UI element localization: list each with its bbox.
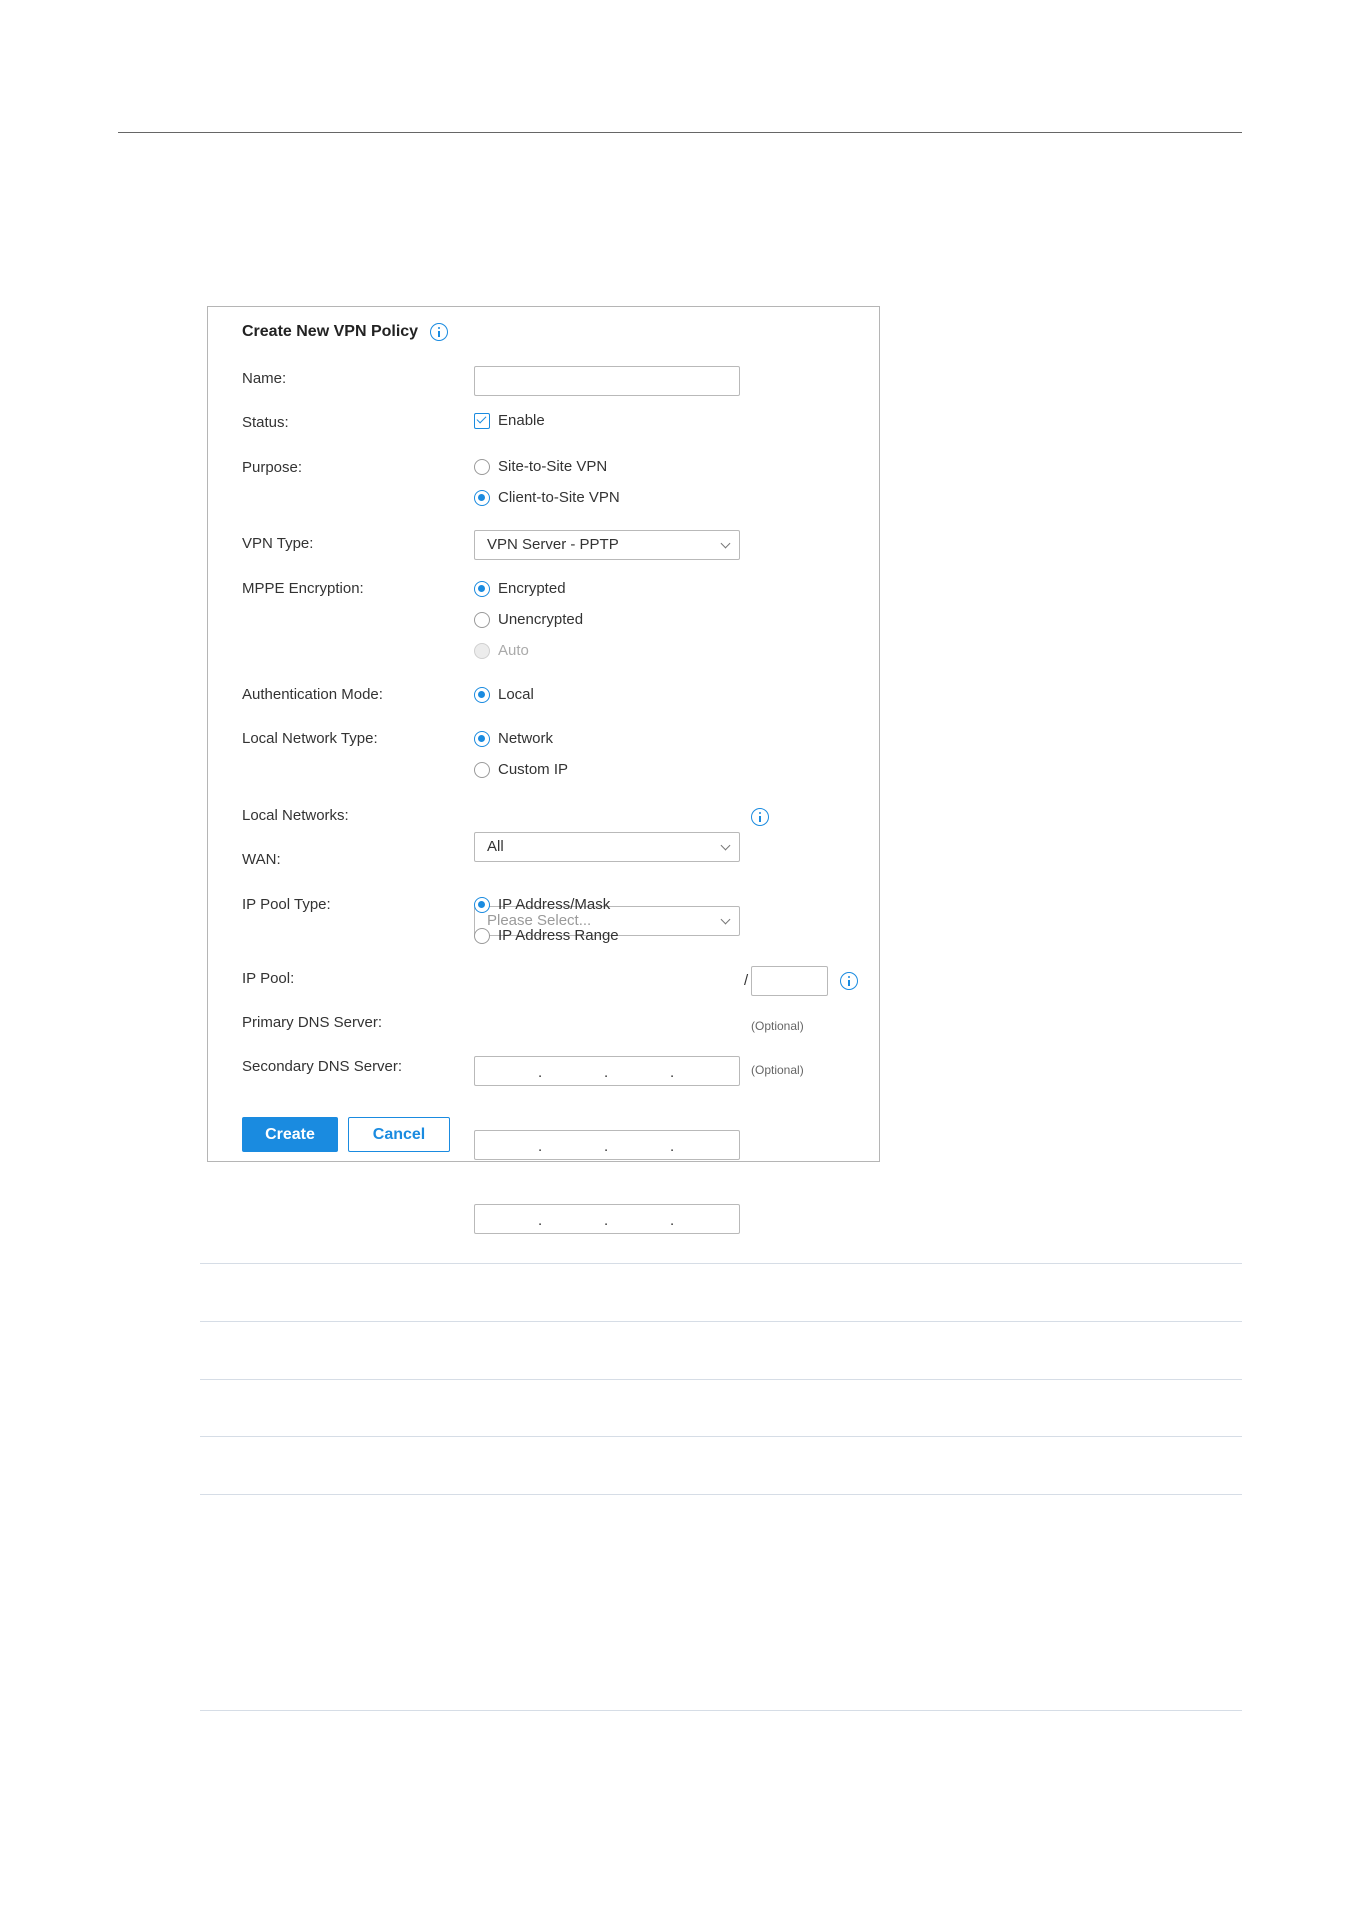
mppe-encrypted-radio[interactable]: Encrypted [474, 579, 566, 599]
info-icon[interactable] [430, 323, 449, 341]
chevron-down-icon [720, 840, 731, 851]
local-network-type-network-label: Network [498, 730, 554, 747]
local-networks-info-icon[interactable] [751, 808, 769, 826]
radio-selected-icon[interactable] [474, 490, 490, 506]
radio-disabled-icon [474, 643, 490, 659]
cancel-button[interactable]: Cancel [348, 1117, 450, 1152]
panel-title: Create New VPN Policy [242, 321, 449, 343]
radio-unselected-icon[interactable] [474, 928, 490, 944]
ip-separator-dot: . [670, 1212, 675, 1229]
ip-pool-address-input[interactable]: . . . [474, 1056, 740, 1086]
ip-pool-type-address-mask-radio[interactable]: IP Address/Mask [474, 895, 610, 915]
checkbox-checked-icon[interactable] [474, 413, 490, 429]
table-divider [200, 1379, 1242, 1380]
secondary-dns-optional-hint: (Optional) [751, 1063, 804, 1077]
page-header-rule [118, 132, 1242, 133]
status-enable-label: Enable [498, 412, 545, 429]
mppe-auto-label: Auto [498, 642, 529, 659]
radio-unselected-icon[interactable] [474, 459, 490, 475]
ip-pool-info-icon[interactable] [840, 972, 858, 990]
purpose-client-to-site-radio[interactable]: Client-to-Site VPN [474, 488, 620, 508]
radio-selected-icon[interactable] [474, 731, 490, 747]
radio-unselected-icon[interactable] [474, 612, 490, 628]
ip-separator-dot: . [670, 1138, 675, 1155]
primary-dns-input[interactable]: . . . [474, 1130, 740, 1160]
auth-mode-local-radio[interactable]: Local [474, 685, 534, 705]
chevron-down-icon [720, 538, 731, 549]
create-button[interactable]: Create [242, 1117, 338, 1152]
local-network-type-network-radio[interactable]: Network [474, 729, 553, 749]
name-label: Name: [242, 370, 287, 387]
local-network-type-custom-ip-radio[interactable]: Custom IP [474, 760, 568, 780]
mppe-encrypted-label: Encrypted [498, 580, 566, 597]
ip-separator-dot: . [538, 1064, 543, 1081]
purpose-site-to-site-label: Site-to-Site VPN [498, 458, 608, 475]
ip-separator-dot: . [538, 1212, 543, 1229]
table-divider [200, 1710, 1242, 1711]
ip-pool-mask-input[interactable] [751, 966, 828, 996]
vpn-type-value: VPN Server - PPTP [487, 536, 619, 553]
mppe-encryption-label: MPPE Encryption: [242, 580, 364, 597]
primary-dns-optional-hint: (Optional) [751, 1019, 804, 1033]
panel-title-text: Create New VPN Policy [242, 323, 419, 340]
ip-separator-dot: . [670, 1064, 675, 1081]
mppe-unencrypted-radio[interactable]: Unencrypted [474, 610, 583, 630]
authentication-mode-label: Authentication Mode: [242, 686, 383, 703]
ip-separator-dot: . [604, 1064, 609, 1081]
purpose-client-to-site-label: Client-to-Site VPN [498, 489, 620, 506]
vpn-type-select[interactable]: VPN Server - PPTP [474, 530, 740, 560]
ip-pool-type-label: IP Pool Type: [242, 896, 331, 913]
local-network-type-custom-ip-label: Custom IP [498, 761, 569, 778]
status-enable-checkbox[interactable]: Enable [474, 411, 545, 431]
auth-mode-local-label: Local [498, 686, 534, 703]
mppe-auto-radio: Auto [474, 641, 529, 661]
mppe-unencrypted-label: Unencrypted [498, 611, 584, 628]
ip-separator-dot: . [604, 1138, 609, 1155]
local-network-type-label: Local Network Type: [242, 730, 378, 747]
create-vpn-policy-panel: Create New VPN Policy Name: Status: Enab… [207, 306, 880, 1234]
table-divider [200, 1436, 1242, 1437]
vpn-type-label: VPN Type: [242, 535, 314, 552]
ip-pool-label: IP Pool: [242, 970, 295, 987]
ip-separator-dot: . [538, 1138, 543, 1155]
local-networks-select[interactable]: All [474, 832, 740, 862]
ip-separator-dot: . [604, 1212, 609, 1229]
radio-selected-icon[interactable] [474, 687, 490, 703]
ip-pool-type-address-range-label: IP Address Range [498, 927, 619, 944]
radio-selected-icon[interactable] [474, 897, 490, 913]
local-networks-value: All [487, 838, 504, 855]
table-divider [200, 1321, 1242, 1322]
local-networks-label: Local Networks: [242, 807, 349, 824]
ip-pool-type-address-mask-label: IP Address/Mask [498, 896, 611, 913]
table-divider [200, 1263, 1242, 1264]
purpose-site-to-site-radio[interactable]: Site-to-Site VPN [474, 457, 607, 477]
purpose-label: Purpose: [242, 459, 303, 476]
wan-label: WAN: [242, 851, 281, 868]
primary-dns-label: Primary DNS Server: [242, 1014, 383, 1031]
status-label: Status: [242, 414, 289, 431]
name-input[interactable] [474, 366, 740, 396]
secondary-dns-input[interactable]: . . . [474, 1204, 740, 1234]
table-divider [200, 1494, 1242, 1495]
radio-unselected-icon[interactable] [474, 762, 490, 778]
secondary-dns-label: Secondary DNS Server: [242, 1058, 403, 1075]
chevron-down-icon [720, 914, 731, 925]
ip-pool-mask-separator: / [744, 972, 749, 989]
ip-pool-type-address-range-radio[interactable]: IP Address Range [474, 926, 619, 946]
radio-selected-icon[interactable] [474, 581, 490, 597]
